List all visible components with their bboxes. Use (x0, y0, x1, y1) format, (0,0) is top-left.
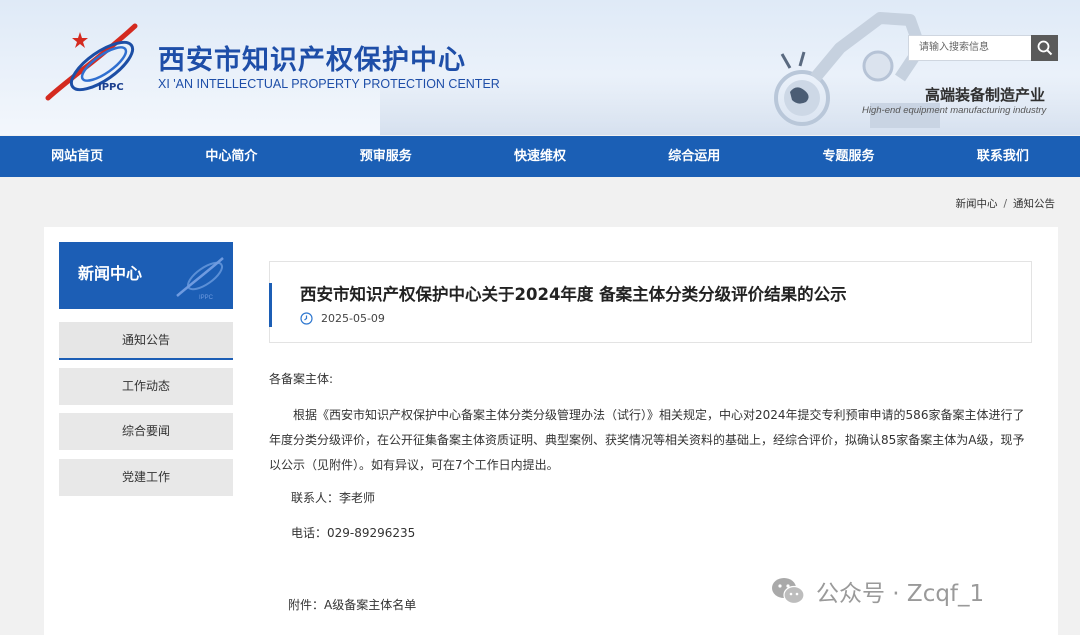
search-input[interactable]: 请输入搜索信息 (908, 35, 1032, 61)
article-attachment: 附件：A级备案主体名单 (288, 596, 416, 613)
sidebar-title: 新闻中心 (78, 264, 143, 283)
nav-item-home[interactable]: 网站首页 (0, 136, 154, 177)
article-paragraph: 根据《西安市知识产权保护中心备案主体分类分级管理办法（试行）》相关规定，中心对2… (269, 408, 1025, 472)
article-title: 西安市知识产权保护中心关于2024年度 备案主体分类分级评价结果的公示 (300, 285, 847, 304)
wechat-icon (772, 578, 805, 605)
site-title[interactable]: 西安市知识产权保护中心 (158, 38, 466, 77)
banner-slogan: 高端装备制造产业 (925, 86, 1046, 104)
search-icon (1037, 40, 1052, 56)
breadcrumb-news-center[interactable]: 新闻中心 (955, 198, 997, 210)
article-salutation: 各备案主体: (269, 372, 334, 386)
breadcrumb-notices[interactable]: 通知公告 (1013, 198, 1055, 210)
sidebar-logo-icon: IPPC (176, 257, 224, 301)
sidebar-header: 新闻中心 IPPC (59, 242, 233, 309)
nav-item-pre-examination[interactable]: 预审服务 (309, 136, 463, 177)
ippc-logo-icon[interactable] (40, 18, 145, 106)
nav-item-special-services[interactable]: 专题服务 (771, 136, 925, 177)
attachment-link[interactable]: A级备案主体名单 (324, 598, 416, 612)
title-accent-bar (269, 283, 272, 327)
attachment-label: 附件： (288, 598, 325, 612)
banner-slogan-en: High-end equipment manufacturing industr… (862, 105, 1047, 116)
nav-item-contact[interactable]: 联系我们 (926, 136, 1080, 177)
article-date: 2025-05-09 (300, 312, 385, 325)
article-phone: 电话：029-89296235 (291, 526, 416, 540)
site-header: IPPC 西安市知识产权保护中心 XI 'AN INTELLECTUAL PRO… (0, 0, 1080, 135)
sidebar-item-work-updates[interactable]: 工作动态 (59, 368, 233, 405)
logo-label: IPPC (98, 82, 124, 93)
article-header: 西安市知识产权保护中心关于2024年度 备案主体分类分级评价结果的公示 2025… (269, 261, 1032, 343)
watermark-text: 公众号 · Zcqf_1 (816, 581, 985, 607)
sidebar-item-party-building[interactable]: 党建工作 (59, 459, 233, 496)
nav-item-utilization[interactable]: 综合运用 (617, 136, 771, 177)
nav-item-about[interactable]: 中心简介 (154, 136, 308, 177)
breadcrumb-separator: / (1003, 198, 1007, 210)
search-button[interactable] (1031, 35, 1058, 61)
main-nav: 网站首页 中心简介 预审服务 快速维权 综合运用 专题服务 联系我们 (0, 136, 1080, 177)
nav-item-rights-protection[interactable]: 快速维权 (463, 136, 617, 177)
site-subtitle-en: XI 'AN INTELLECTUAL PROPERTY PROTECTION … (158, 77, 500, 91)
article-date-value: 2025-05-09 (321, 312, 385, 325)
sidebar-item-general-news[interactable]: 综合要闻 (59, 413, 233, 450)
article-contact: 联系人：李老师 (291, 491, 376, 505)
sidebar-logo-label: IPPC (199, 295, 214, 301)
sidebar-item-notices[interactable]: 通知公告 (59, 322, 233, 360)
breadcrumb: 新闻中心 / 通知公告 (955, 196, 1055, 211)
clock-icon (300, 312, 313, 325)
watermark: 公众号 · Zcqf_1 (770, 574, 984, 608)
